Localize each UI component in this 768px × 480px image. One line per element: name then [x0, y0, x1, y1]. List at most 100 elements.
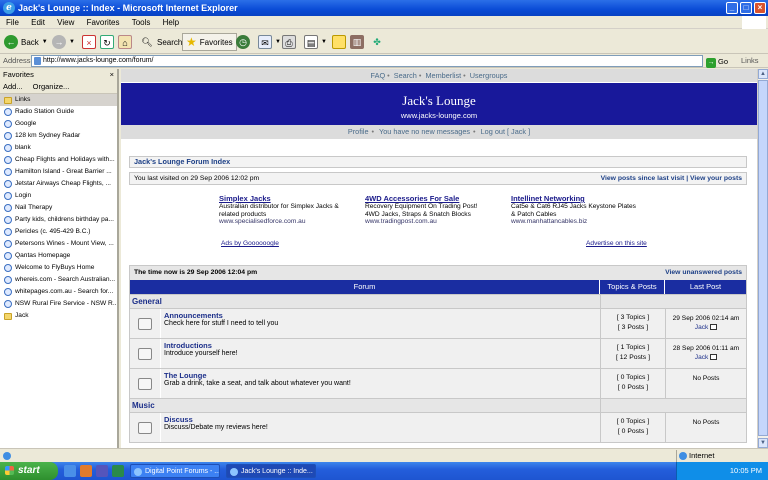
address-input[interactable]: http://www.jacks-lounge.com/forum/: [31, 55, 703, 67]
view-your-posts-link[interactable]: View your posts: [690, 175, 742, 182]
menu-tools[interactable]: Tools: [132, 18, 151, 27]
forum-row: Discuss Discuss/Debate my reviews here![ …: [130, 412, 746, 442]
links-button[interactable]: Links: [741, 54, 759, 68]
favorite-item[interactable]: Nail Therapy: [0, 202, 117, 214]
forum-index-title[interactable]: Jack's Lounge Forum Index: [129, 156, 747, 168]
scroll-up-icon[interactable]: ▲: [758, 69, 768, 79]
favorite-item[interactable]: Jack: [0, 310, 117, 322]
vertical-scrollbar[interactable]: ▲ ▼: [757, 69, 768, 448]
forward-button[interactable]: → ▼: [52, 33, 75, 51]
memberlist-link[interactable]: Memberlist: [425, 71, 461, 80]
task-jacks-lounge[interactable]: Jack's Lounge :: Inde...: [226, 464, 316, 478]
maximize-button[interactable]: □: [740, 2, 752, 14]
ad-intellinet[interactable]: Intellinet Networking Cat5e & Cat6 RJ45 …: [511, 194, 656, 226]
forum-name-link[interactable]: Introductions: [164, 342, 597, 350]
category-row[interactable]: General: [130, 294, 746, 308]
favorite-item[interactable]: Party kids, childrens birthday pa...: [0, 214, 117, 226]
ads-by-google-link[interactable]: Ads by Goooooogle: [221, 240, 279, 247]
stop-button[interactable]: ×: [82, 33, 96, 51]
media-quicklaunch-icon[interactable]: [80, 465, 92, 477]
messages-link[interactable]: You have no new messages: [379, 127, 470, 136]
favorite-item[interactable]: Qantas Homepage: [0, 250, 117, 262]
forum-description: Discuss/Debate my reviews here!: [164, 424, 268, 431]
history-icon: ◷: [236, 35, 250, 49]
discuss-button[interactable]: [332, 33, 346, 51]
forum-name-link[interactable]: The Lounge: [164, 372, 597, 380]
ie-page-icon: [4, 108, 12, 116]
favorite-item[interactable]: blank: [0, 142, 117, 154]
faq-link[interactable]: FAQ: [371, 71, 386, 80]
close-favorites-icon[interactable]: ×: [110, 69, 114, 80]
site-title[interactable]: Jack's Lounge: [121, 83, 757, 111]
clock[interactable]: 10:05 PM: [730, 466, 762, 475]
favorite-item[interactable]: Cheap Flights and Holidays with...: [0, 154, 117, 166]
back-arrow-icon: ←: [4, 35, 18, 49]
ad-simplex[interactable]: Simplex Jacks Australian distributor for…: [219, 194, 364, 226]
back-button[interactable]: ← Back ▼: [4, 33, 48, 51]
forum-body: General Announcements Check here for stuff…: [130, 294, 746, 442]
last-post-user-link[interactable]: Jack: [695, 354, 709, 361]
profile-link[interactable]: Profile: [348, 127, 369, 136]
forum-desc-cell: Announcements Check here for stuff I need…: [160, 309, 600, 338]
search-link[interactable]: Search: [394, 71, 417, 80]
favorite-item[interactable]: Jetstar Airways Cheap Flights, ...: [0, 178, 117, 190]
desktop-quicklaunch-icon[interactable]: [96, 465, 108, 477]
usergroups-link[interactable]: Usergroups: [470, 71, 508, 80]
ie-page-icon: [4, 204, 12, 212]
messenger-button[interactable]: ✤: [370, 33, 384, 51]
star-icon: ★: [186, 35, 197, 49]
favorite-item[interactable]: Petersons Wines - Mount View, ...: [0, 238, 117, 250]
minimize-button[interactable]: _: [726, 2, 738, 14]
favorite-item[interactable]: Links: [0, 94, 117, 106]
favorite-item[interactable]: NSW Rural Fire Service - NSW R...: [0, 298, 117, 310]
edit-icon: ▤: [304, 35, 318, 49]
organize-favorites-button[interactable]: Organize...: [33, 80, 70, 93]
favorite-item[interactable]: Welcome to FlyBuys Home: [0, 262, 117, 274]
home-button[interactable]: ⌂: [118, 33, 132, 51]
ad-4wd[interactable]: 4WD Accessories For Sale Recovery Equipm…: [365, 194, 510, 226]
task-digital-point[interactable]: Digital Point Forums - ...: [130, 464, 220, 478]
start-button[interactable]: start: [0, 462, 58, 480]
print-button[interactable]: ⎙: [282, 33, 296, 51]
ie-quicklaunch-icon[interactable]: [64, 465, 76, 477]
search-button[interactable]: 🔍︎ Search: [140, 33, 182, 51]
forum-name-link[interactable]: Discuss: [164, 416, 597, 424]
menu-help[interactable]: Help: [163, 18, 179, 27]
add-favorite-button[interactable]: Add...: [3, 80, 23, 93]
forum-desc-cell: The Lounge Grab a drink, take a seat, and…: [160, 369, 600, 398]
edit-button[interactable]: ▤ ▼: [304, 33, 327, 51]
menu-view[interactable]: View: [57, 18, 74, 27]
menu-favorites[interactable]: Favorites: [87, 18, 120, 27]
favorite-item[interactable]: Hamilton Island - Great Barrier ...: [0, 166, 117, 178]
research-button[interactable]: ▥: [350, 33, 364, 51]
search-icon: 🔍︎: [141, 37, 153, 47]
mail-button[interactable]: ✉ ▼: [258, 33, 281, 51]
forum-name-link[interactable]: Announcements: [164, 312, 597, 320]
close-button[interactable]: ×: [754, 2, 766, 14]
favorite-item[interactable]: Google: [0, 118, 117, 130]
last-post-date: 29 Sep 2006 02:14 am: [672, 315, 740, 322]
favorite-item[interactable]: whereis.com - Search Australian...: [0, 274, 117, 286]
menu-file[interactable]: File: [6, 18, 19, 27]
view-unanswered-link[interactable]: View unanswered posts: [665, 266, 742, 280]
menu-edit[interactable]: Edit: [31, 18, 45, 27]
last-post-user-link[interactable]: Jack: [695, 324, 709, 331]
messenger-quicklaunch-icon[interactable]: [112, 465, 124, 477]
view-since-link[interactable]: View posts since last visit: [601, 175, 685, 182]
view-latest-post-icon[interactable]: [710, 354, 718, 361]
advertise-link[interactable]: Advertise on this site: [586, 240, 647, 247]
favorites-button[interactable]: ★ Favorites: [182, 33, 237, 51]
logout-link[interactable]: Log out [ Jack ]: [481, 127, 531, 136]
favorite-item[interactable]: Login: [0, 190, 117, 202]
refresh-button[interactable]: ↻: [100, 33, 114, 51]
scroll-down-icon[interactable]: ▼: [758, 438, 768, 448]
scroll-thumb[interactable]: [758, 80, 768, 436]
view-latest-post-icon[interactable]: [710, 324, 718, 331]
favorite-item[interactable]: Radio Station Guide: [0, 106, 117, 118]
favorite-item[interactable]: 128 km Sydney Radar: [0, 130, 117, 142]
history-button[interactable]: ◷: [236, 33, 250, 51]
favorite-item[interactable]: Pericles (c. 495-429 B.C.): [0, 226, 117, 238]
category-row[interactable]: Music: [130, 398, 746, 412]
favorite-item[interactable]: whitepages.com.au - Search for...: [0, 286, 117, 298]
go-button[interactable]: → Go: [706, 55, 728, 69]
